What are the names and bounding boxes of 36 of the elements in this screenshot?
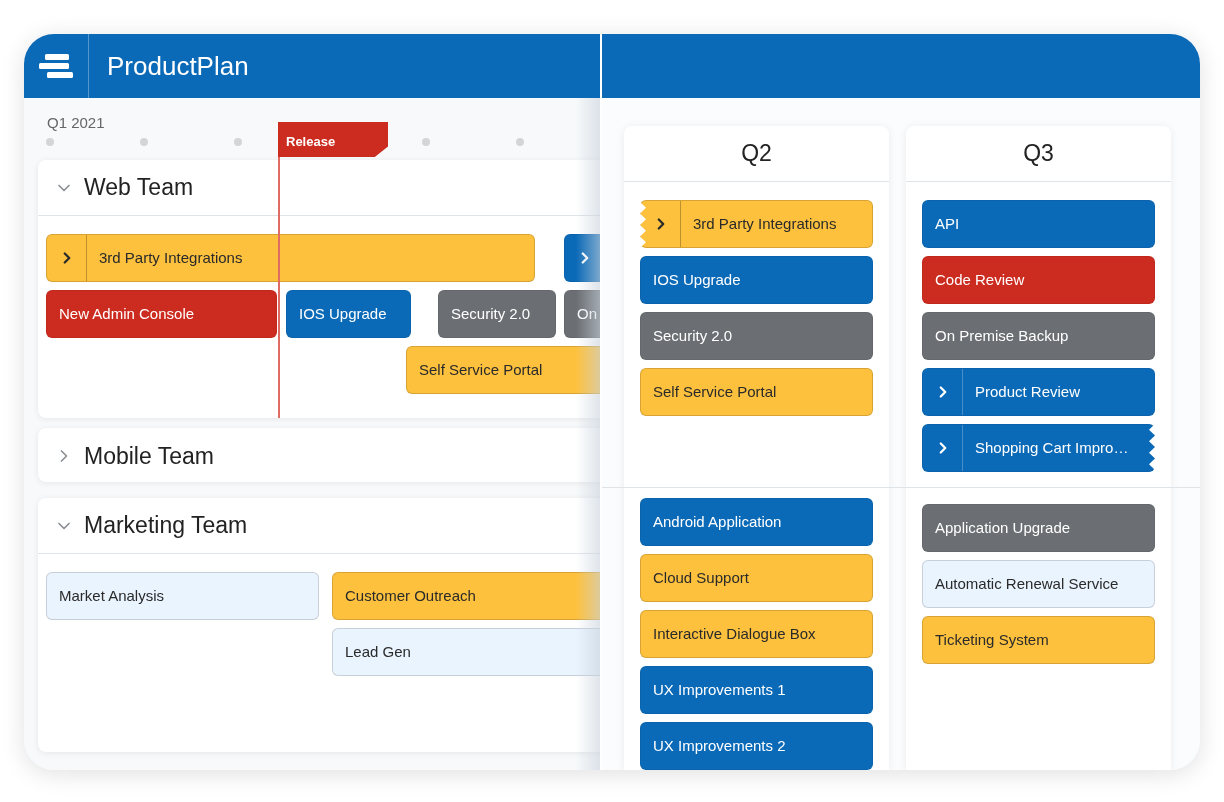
timeline-bar[interactable]: IOS Upgrade <box>286 290 411 338</box>
timeline-bar[interactable]: Security 2.0 <box>438 290 556 338</box>
timeline-bar[interactable]: New Admin Console <box>46 290 277 338</box>
timeline-bar[interactable]: 3rd Party Integrations <box>46 234 535 282</box>
board-card[interactable]: Android Application <box>640 498 873 546</box>
timeline-bar[interactable]: Market Analysis <box>46 572 319 620</box>
board-card[interactable]: UX Improvements 2 <box>640 722 873 770</box>
board-card[interactable]: Interactive Dialogue Box <box>640 610 873 658</box>
app-title: ProductPlan <box>106 49 249 83</box>
timeline-bar[interactable]: Lead Gen <box>332 628 600 676</box>
logo-icon <box>39 54 73 78</box>
board-card[interactable]: Ticketing System <box>922 616 1155 664</box>
column-title: Q2 <box>741 139 772 169</box>
board-card[interactable]: 3rd Party Integrations <box>640 200 873 248</box>
release-flag: Release <box>278 122 388 157</box>
board-card[interactable]: Product Review <box>922 368 1155 416</box>
board-card[interactable]: Shopping Cart Impro… <box>922 424 1155 472</box>
team-name: Marketing Team <box>84 511 248 541</box>
board-card[interactable]: On Premise Backup <box>922 312 1155 360</box>
timeline-bar[interactable]: On <box>564 290 600 338</box>
board-card[interactable]: Application Upgrade <box>922 504 1155 552</box>
board-card[interactable]: Cloud Support <box>640 554 873 602</box>
timeline-bar[interactable]: Customer Outreach <box>332 572 600 620</box>
board-card[interactable]: Self Service Portal <box>640 368 873 416</box>
quarter-label: Q1 2021 <box>47 113 105 133</box>
timeline-bar[interactable] <box>564 234 600 282</box>
board-card[interactable]: Security 2.0 <box>640 312 873 360</box>
board-card[interactable]: UX Improvements 1 <box>640 666 873 714</box>
team-name: Mobile Team <box>84 441 214 471</box>
board-card[interactable]: Code Review <box>922 256 1155 304</box>
board-card[interactable]: API <box>922 200 1155 248</box>
board-card[interactable]: Automatic Renewal Service <box>922 560 1155 608</box>
timeline-bar[interactable]: Self Service Portal <box>406 346 600 394</box>
column-title: Q3 <box>1023 139 1054 169</box>
board-card[interactable]: IOS Upgrade <box>640 256 873 304</box>
team-name: Web Team <box>84 173 194 203</box>
